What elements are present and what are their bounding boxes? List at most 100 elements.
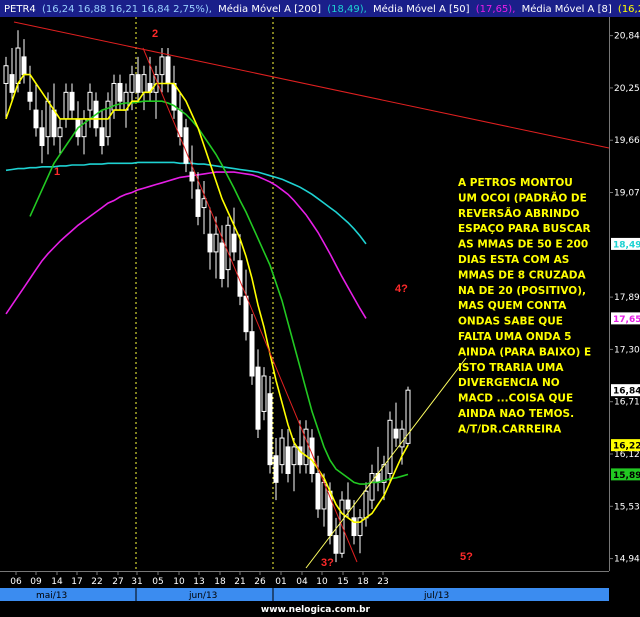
note-line: REVERSÃO ABRINDO — [458, 207, 580, 220]
candle-body-down — [9, 74, 15, 93]
price-tick-label: 16,71 — [614, 398, 640, 408]
date-tick-label: 17 — [71, 577, 82, 587]
candle-body-up — [225, 224, 231, 271]
date-tick-label: 21 — [234, 577, 245, 587]
candle-body-up — [15, 47, 21, 84]
candle-body-down — [231, 233, 237, 253]
wave-label-1: 1 — [54, 166, 60, 178]
candle-body-up — [201, 198, 207, 209]
ma200-label: Média Móvel A [200] — [218, 3, 321, 15]
price-badge-label: 17,65 — [613, 315, 640, 325]
candle-body-down — [69, 91, 75, 111]
candle-body-down — [207, 233, 213, 253]
wave-label-2: 2 — [152, 28, 158, 40]
date-tick-label: 04 — [296, 577, 308, 587]
note-line: A/T/DR.CARREIRA — [458, 423, 562, 435]
month-label-jun: jun/13 — [188, 591, 217, 601]
price-tick-label: 19,07 — [614, 189, 640, 199]
date-tick-label: 10 — [173, 577, 185, 587]
candle-body-down — [267, 393, 273, 466]
note-line: MACD ...COISA QUE — [458, 393, 573, 405]
candle-body-up — [213, 233, 219, 253]
candle-body-down — [165, 56, 171, 84]
candle-body-down — [393, 428, 399, 439]
candle — [339, 491, 345, 558]
note-line: ESPAÇO PARA BUSCAR — [458, 223, 591, 235]
wave-label-3: 3? — [321, 557, 334, 569]
month-label-jul: jul/13 — [423, 591, 449, 601]
chart-header: PETR4 (16,24 16,88 16,21 16,84 2,75%), M… — [0, 0, 640, 17]
date-tick-label: 23 — [377, 577, 388, 587]
date-tick-label: 22 — [91, 577, 102, 587]
price-tick-label: 14,94 — [614, 555, 640, 565]
note-line: NA DE 20 (POSITIVO), — [458, 285, 586, 297]
note-line: FALTA UMA ONDA 5 — [458, 331, 571, 343]
price-tick-label: 17,89 — [614, 293, 640, 303]
price-tick-label: 17,30 — [614, 345, 640, 355]
note-line: AINDA (PARA BAIXO) E — [458, 346, 591, 358]
note-line: ONDAS SABE QUE — [458, 316, 563, 328]
price-badge: 17,65 — [611, 312, 640, 325]
candle-body-down — [345, 499, 351, 510]
candle-body-up — [291, 446, 297, 466]
candle-body-down — [33, 109, 39, 129]
candle-body-down — [255, 366, 261, 430]
note-line: AS MMAS DE 50 E 200 — [458, 239, 588, 251]
price-badge-label: 16,22 — [613, 442, 640, 452]
price-badge-label: 15,89 — [613, 471, 640, 481]
candle — [405, 386, 411, 447]
candle — [387, 411, 393, 483]
candle-body-up — [279, 437, 285, 466]
candle-body-down — [27, 91, 33, 102]
candle-body-up — [363, 490, 369, 519]
date-tick-label: 14 — [51, 577, 63, 587]
price-badge-label: 16,84 — [613, 387, 640, 397]
price-badge: 18,49 — [611, 237, 640, 250]
note-line: DIVERGENCIA NO — [458, 377, 560, 389]
note-line: MMAS DE 8 CRUZADA — [458, 269, 587, 281]
candle-body-up — [45, 100, 51, 138]
candle-body-up — [129, 74, 135, 93]
candle-body-up — [63, 91, 69, 120]
candle-body-down — [117, 82, 123, 102]
ticker-label: PETR4 — [4, 4, 36, 15]
candle-body-up — [261, 375, 267, 412]
candle-body-down — [309, 437, 315, 474]
price-badge: 16,22 — [611, 439, 640, 452]
ma200-value: (18,49), — [327, 4, 367, 15]
note-line: AINDA NAO TEMOS. — [458, 408, 574, 420]
price-tick-label: 20,25 — [614, 84, 640, 94]
candle-body-down — [243, 295, 249, 333]
candle-body-up — [159, 56, 165, 76]
date-tick-label: 18 — [214, 577, 226, 587]
candle-body-up — [369, 472, 375, 501]
date-tick-label: 13 — [193, 577, 204, 587]
candle-body-down — [273, 455, 279, 483]
candle-body-up — [303, 428, 309, 466]
price-badge: 16,84 — [611, 384, 640, 397]
month-label-may: mai/13 — [36, 591, 67, 601]
candle-body-down — [315, 472, 321, 510]
ma8-label: Média Móvel A [8] — [522, 3, 612, 15]
candle-body-up — [141, 74, 147, 93]
note-line: A PETROS MONTOU — [458, 177, 573, 189]
price-badge-label: 18,49 — [613, 240, 640, 250]
candle-body-down — [189, 171, 195, 182]
candle-body-up — [87, 91, 93, 111]
note-line: DIAS ESTA COM AS — [458, 254, 569, 266]
ma50-label: Média Móvel A [50] — [373, 3, 470, 15]
candle-body-down — [219, 242, 225, 279]
wave-label-4: 4? — [395, 283, 408, 295]
candle-body-down — [195, 189, 201, 217]
date-tick-label: 09 — [30, 577, 42, 587]
price-badge: 15,89 — [611, 468, 640, 481]
candle-body-up — [3, 65, 9, 84]
candle-body-down — [285, 446, 291, 474]
candle-body-up — [387, 419, 393, 474]
date-tick-label: 26 — [254, 577, 266, 587]
date-tick-label: 15 — [337, 577, 348, 587]
price-tick-label: 19,66 — [614, 136, 640, 146]
date-tick-label: 27 — [112, 577, 123, 587]
date-tick-label: 01 — [275, 577, 286, 587]
candle-body-down — [249, 331, 255, 377]
